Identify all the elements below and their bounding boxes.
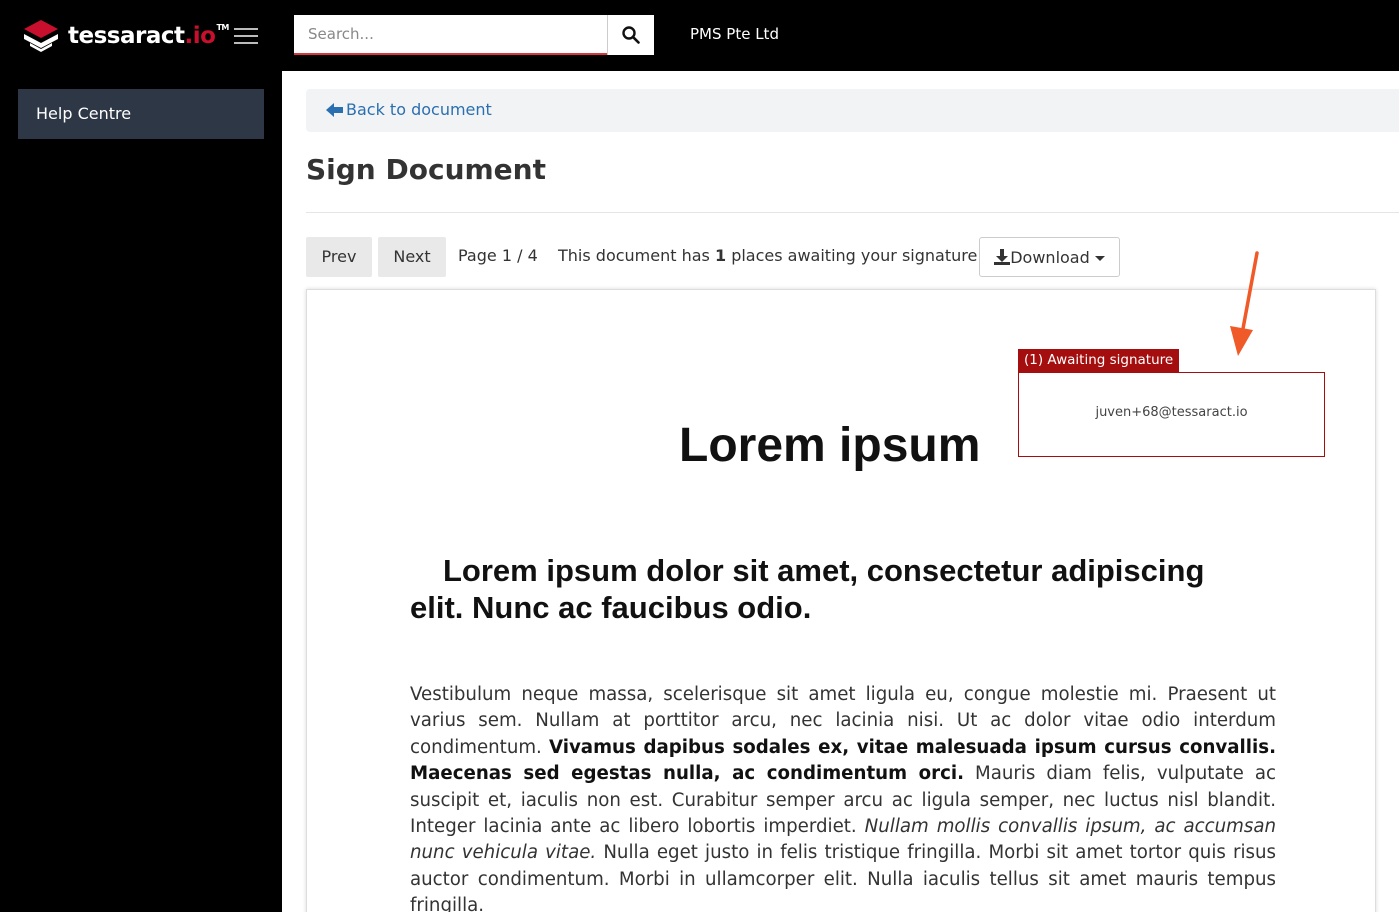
caret-down-icon [1094,255,1105,261]
prev-page-button[interactable]: Prev [306,237,372,277]
arrow-left-icon [326,102,343,117]
page-indicator: Page 1 / 4 [458,246,538,265]
main-content: Back to document Sign Document Prev Next… [282,71,1399,912]
back-link-label: Back to document [346,100,492,119]
breadcrumb: Back to document [306,89,1399,132]
brand-logo[interactable]: tessaract.ioTM [24,20,229,52]
signer-email: juven+68@tessaract.io [1095,405,1248,420]
hamburger-icon[interactable] [234,28,258,46]
search-button[interactable] [607,15,654,55]
awaiting-signature-message: This document has 1 places awaiting your… [558,246,983,265]
page-title: Sign Document [306,153,546,186]
search-icon [622,26,640,44]
download-icon [994,249,1011,265]
top-navbar: tessaract.ioTM PMS Pte Ltd [0,0,1399,71]
back-to-document-link[interactable]: Back to document [326,100,492,119]
document-page: (1) Awaiting signature juven+68@tessarac… [306,289,1376,912]
download-label: Download [1010,247,1090,267]
awaiting-count: 1 [714,246,727,265]
document-subtitle: Lorem ipsum dolor sit amet, consectetur … [410,553,1205,625]
tessaract-logo-icon [24,20,58,52]
document-title: Lorem ipsum [679,419,981,472]
sidebar: Help Centre [0,71,282,912]
document-body: Vestibulum neque massa, scelerisque sit … [410,684,1277,912]
signature-field[interactable]: juven+68@tessaract.io [1018,372,1325,457]
next-page-button[interactable]: Next [378,237,446,277]
annotation-arrow-icon [1230,251,1259,356]
company-name[interactable]: PMS Pte Ltd [690,25,779,43]
download-dropdown-button[interactable]: Download [979,237,1120,277]
brand-name: tessaract.ioTM [68,23,229,49]
sidebar-item-help-centre[interactable]: Help Centre [18,89,264,139]
awaiting-signature-tag: (1) Awaiting signature [1018,349,1180,372]
divider [306,212,1399,213]
search-input[interactable] [294,15,607,55]
